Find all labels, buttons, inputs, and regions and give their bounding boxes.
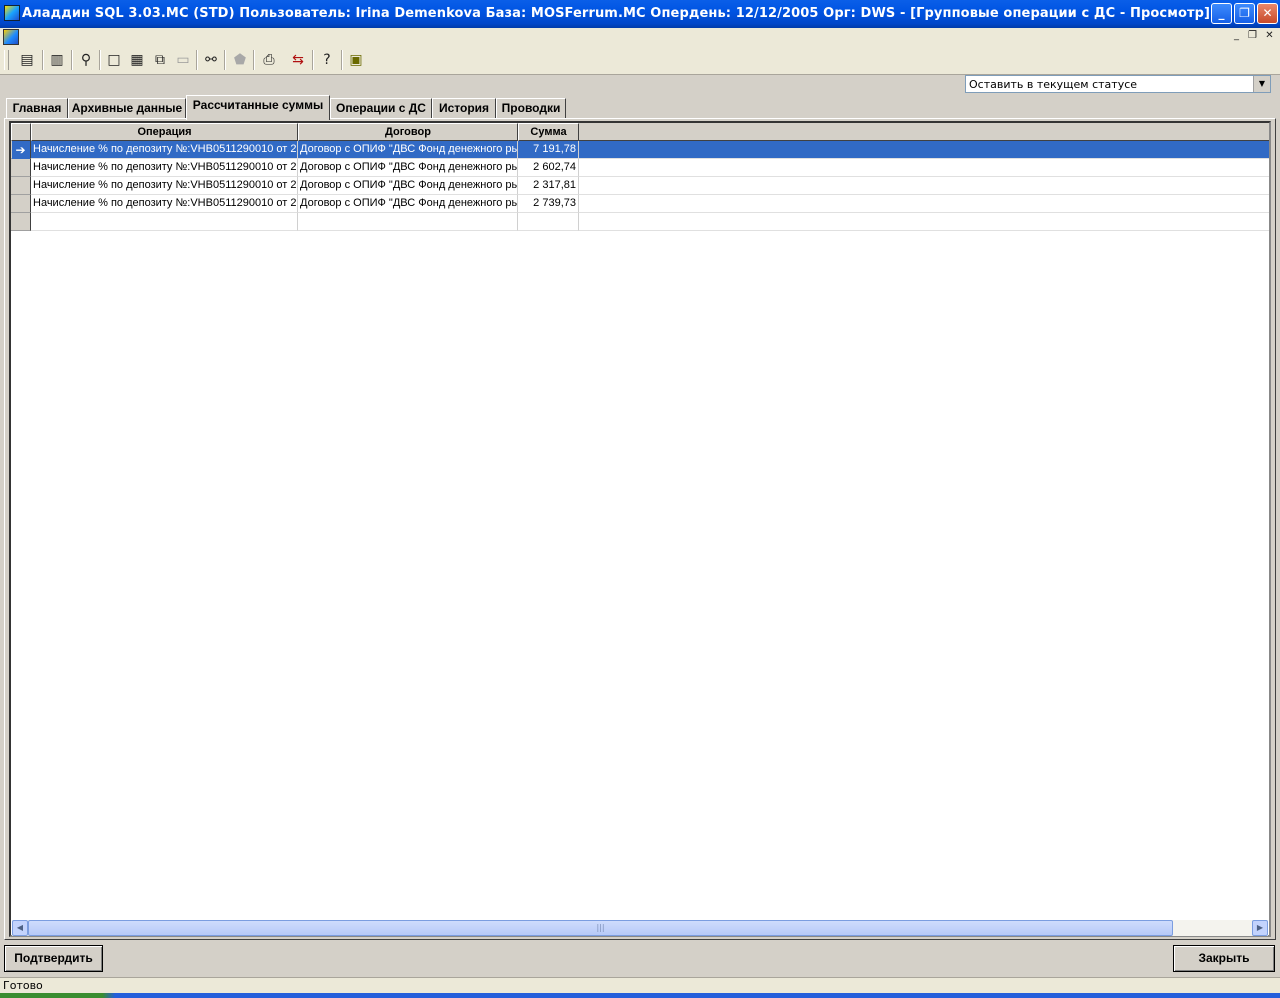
horizontal-scrollbar[interactable]: ◀ ||| ▶ (12, 920, 1268, 936)
scrollbar-thumb[interactable]: ||| (28, 920, 1173, 936)
data-grid[interactable]: Операция Договор Сумма ➔ Начисление % по… (9, 121, 1271, 937)
scroll-right-icon[interactable]: ▶ (1252, 920, 1268, 936)
row-filler (579, 195, 1269, 213)
binoculars-icon[interactable]: ⚯ (200, 49, 222, 71)
cell-operation-empty[interactable] (31, 213, 298, 231)
confirm-button[interactable]: Подтвердить (4, 945, 103, 972)
cell-operation[interactable]: Начисление % по депозиту №:VHB0511290010… (31, 141, 298, 159)
print-icon[interactable]: ⎙ (258, 49, 280, 71)
close-button[interactable]: Закрыть (1173, 945, 1275, 972)
title-bar[interactable]: Аладдин SQL 3.03.MC (STD) Пользователь: … (0, 0, 1280, 28)
row-filler (579, 177, 1269, 195)
cell-amount[interactable]: 7 191,78 (518, 141, 579, 159)
column-header-contract[interactable]: Договор (298, 123, 518, 141)
cell-contract[interactable]: Договор с ОПИФ "ДВС Фонд денежного рынка… (298, 159, 518, 177)
status-select-value: Оставить в текущем статусе (969, 78, 1138, 91)
window-cascade-icon[interactable]: ⧉ (149, 49, 171, 71)
archive-icon[interactable]: ▥ (46, 49, 68, 71)
row-filler (579, 159, 1269, 177)
column-header-amount[interactable]: Сумма (518, 123, 579, 141)
toolbar-separator (42, 50, 44, 70)
table-row[interactable]: Начисление % по депозиту №:VHB0511290010… (11, 177, 1269, 195)
cell-contract[interactable]: Договор с ОПИФ "ДВС Фонд денежного рынка… (298, 141, 518, 159)
close-window-button[interactable]: ✕ (1257, 3, 1278, 24)
disabled-action-icon[interactable]: ⬟ (229, 49, 251, 71)
module-icon[interactable]: ▣ (345, 49, 367, 71)
cell-amount[interactable]: 2 739,73 (518, 195, 579, 213)
cell-operation[interactable]: Начисление % по депозиту №:VHB0511290010… (31, 195, 298, 213)
row-indicator[interactable] (11, 159, 31, 177)
child-close-button[interactable]: ✕ (1262, 29, 1277, 43)
table-row[interactable]: ➔ Начисление % по депозиту №:VHB05112900… (11, 141, 1269, 159)
toolbar-separator (71, 50, 73, 70)
toolbar-grip[interactable] (4, 50, 9, 70)
help-icon[interactable]: ? (316, 49, 338, 71)
header-filler (579, 123, 1269, 141)
tab-calculated-sums[interactable]: Рассчитанные суммы (186, 95, 330, 120)
row-indicator[interactable] (11, 213, 31, 231)
document-icon[interactable] (3, 29, 19, 45)
current-row-arrow-icon[interactable]: ➔ (11, 141, 31, 159)
app-icon[interactable] (4, 5, 20, 21)
properties-icon[interactable]: ▤ (16, 49, 38, 71)
status-select[interactable]: Оставить в текущем статусе ▼ (965, 75, 1271, 93)
grid-corner[interactable] (11, 123, 31, 141)
window-minimized-icon[interactable]: ▭ (172, 49, 194, 71)
toolbar-separator (224, 50, 226, 70)
toolbar-separator (341, 50, 343, 70)
restore-button[interactable]: ❐ (1234, 3, 1255, 24)
chevron-down-icon[interactable]: ▼ (1253, 76, 1270, 92)
cell-contract[interactable]: Договор с ОПИФ "ДВС Фонд денежного рынка… (298, 177, 518, 195)
tab-archive[interactable]: Архивные данные (68, 98, 186, 118)
table-row[interactable]: Начисление % по депозиту №:VHB0511290010… (11, 195, 1269, 213)
cell-operation[interactable]: Начисление % по депозиту №:VHB0511290010… (31, 177, 298, 195)
export-icon[interactable]: ⇆ (287, 49, 309, 71)
new-row[interactable] (11, 213, 1269, 231)
mdi-menu-bar: _ ❐ ✕ (0, 28, 1280, 47)
row-indicator[interactable] (11, 195, 31, 213)
cell-operation[interactable]: Начисление % по депозиту №:VHB0511290010… (31, 159, 298, 177)
cell-contract-empty[interactable] (298, 213, 518, 231)
tab-postings[interactable]: Проводки (496, 98, 566, 118)
table-row[interactable]: Начисление % по депозиту №:VHB0511290010… (11, 159, 1269, 177)
status-text: Готово (3, 979, 43, 992)
toolbar: ▤ ▥ ⚲ □ ▦ ⧉ ▭ ⚯ ⬟ ⎙ ⇆ ? ▣ (0, 46, 1280, 75)
window-single-icon[interactable]: □ (103, 49, 125, 71)
cell-contract[interactable]: Договор с ОПИФ "ДВС Фонд денежного рынка… (298, 195, 518, 213)
toolbar-separator (312, 50, 314, 70)
tab-main[interactable]: Главная (6, 98, 68, 118)
row-indicator[interactable] (11, 177, 31, 195)
taskbar-strip (0, 993, 1280, 998)
toolbar-separator (253, 50, 255, 70)
status-bar: Готово (0, 977, 1280, 993)
scroll-left-icon[interactable]: ◀ (12, 920, 28, 936)
toolbar-separator (196, 50, 198, 70)
column-header-operation[interactable]: Операция (31, 123, 298, 141)
tab-operations[interactable]: Операции с ДС (330, 98, 432, 118)
cell-amount[interactable]: 2 317,81 (518, 177, 579, 195)
window-tile-icon[interactable]: ▦ (126, 49, 148, 71)
child-restore-button[interactable]: ❐ (1245, 29, 1260, 43)
row-filler (579, 141, 1269, 159)
window-title: Аладдин SQL 3.03.MC (STD) Пользователь: … (22, 6, 1211, 21)
cell-amount[interactable]: 2 602,74 (518, 159, 579, 177)
row-filler (579, 213, 1269, 231)
tab-history[interactable]: История (432, 98, 496, 118)
find-record-icon[interactable]: ⚲ (75, 49, 97, 71)
cell-amount-empty[interactable] (518, 213, 579, 231)
child-minimize-button[interactable]: _ (1229, 29, 1244, 43)
minimize-button[interactable]: _ (1211, 3, 1232, 24)
toolbar-separator (99, 50, 101, 70)
